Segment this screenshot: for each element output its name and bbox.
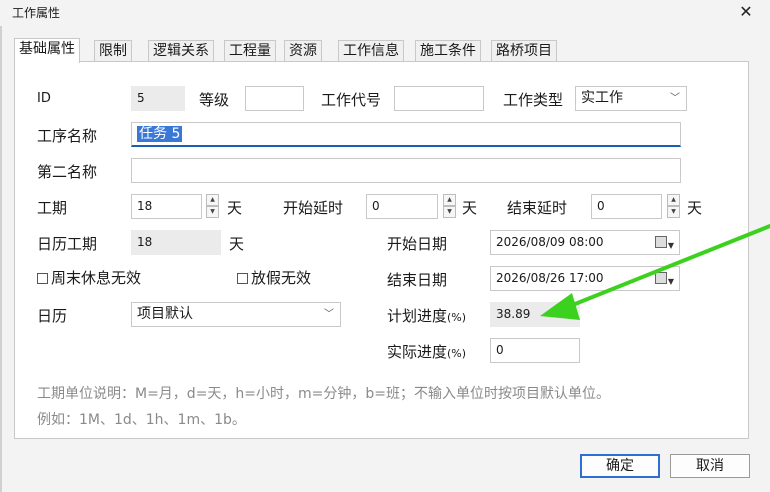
tab-basic-properties[interactable]: 基础属性	[14, 38, 80, 63]
calendar-icon[interactable]: ▼	[655, 272, 674, 286]
end-delay-spinner[interactable]: ▲ ▼	[667, 194, 680, 219]
window-title: 工作属性	[12, 6, 61, 20]
second-name-field[interactable]	[131, 158, 681, 183]
calendar-duration-unit: 天	[229, 235, 245, 253]
spin-up-icon[interactable]: ▲	[667, 194, 680, 206]
start-date-value: 2026/08/09 08:00	[496, 235, 604, 249]
calendar-duration-label: 日历工期	[37, 235, 98, 253]
plan-progress-field: 38.89	[490, 302, 580, 327]
duration-spinner[interactable]: ▲ ▼	[206, 194, 219, 219]
actual-progress-unit: (%)	[447, 347, 467, 360]
checkbox-icon[interactable]	[37, 273, 48, 284]
actual-progress-label-text: 实际进度	[387, 343, 448, 361]
actual-progress-field[interactable]: 0	[490, 338, 580, 363]
close-icon[interactable]: ✕	[736, 2, 756, 22]
tab-logic-relations[interactable]: 逻辑关系	[148, 40, 214, 62]
name-field-selected-text: 任务 5	[137, 126, 183, 142]
cancel-button[interactable]: 取消	[670, 454, 750, 478]
tab-construction-conditions[interactable]: 施工条件	[415, 40, 481, 62]
plan-progress-label-text: 计划进度	[387, 307, 448, 325]
code-label: 工作代号	[321, 91, 382, 109]
calendar-select-value: 项目默认	[137, 306, 193, 322]
start-delay-label: 开始延时	[283, 199, 344, 217]
background-window-edge	[0, 26, 2, 492]
chevron-down-icon: ﹀	[670, 93, 680, 104]
start-delay-field[interactable]: 0	[366, 194, 438, 219]
start-delay-unit: 天	[462, 199, 478, 217]
type-select-value: 实工作	[581, 90, 623, 106]
end-delay-label: 结束延时	[507, 199, 568, 217]
name-field[interactable]: 任务 5	[131, 122, 681, 147]
duration-example-hint: 例如：1M、1d、1h、1m、1b。	[37, 412, 246, 428]
start-date-label: 开始日期	[387, 235, 448, 253]
plan-progress-label: 计划进度(%)	[387, 305, 466, 326]
holiday-checkbox[interactable]: 放假无效	[237, 267, 311, 288]
tab-road-bridge-items[interactable]: 路桥项目	[491, 40, 557, 62]
duration-field[interactable]: 18	[131, 194, 202, 219]
start-date-picker[interactable]: 2026/08/09 08:00 ▼	[490, 230, 680, 255]
calendar-icon[interactable]: ▼	[655, 236, 674, 250]
plan-progress-unit: (%)	[447, 311, 467, 324]
type-select[interactable]: 实工作 ﹀	[575, 86, 687, 111]
code-field[interactable]	[394, 86, 484, 111]
chevron-down-icon: ﹀	[324, 309, 334, 320]
spin-up-icon[interactable]: ▲	[206, 194, 219, 206]
calendar-duration-field: 18	[131, 230, 221, 255]
id-field: 5	[131, 86, 185, 111]
end-date-value: 2026/08/26 17:00	[496, 271, 604, 285]
start-delay-spinner[interactable]: ▲ ▼	[443, 194, 456, 219]
calendar-label: 日历	[37, 307, 68, 325]
duration-label: 工期	[37, 199, 68, 217]
duration-unit-hint: 工期单位说明：M=月，d=天，h=小时，m=分钟，b=班；不输入单位时按项目默认…	[37, 386, 611, 402]
actual-progress-label: 实际进度(%)	[387, 341, 466, 362]
tab-work-info[interactable]: 工作信息	[338, 40, 404, 62]
title-bar: 工作属性 ✕	[0, 0, 770, 26]
weekend-checkbox-label: 周末休息无效	[51, 269, 142, 287]
type-label: 工作类型	[503, 91, 564, 109]
weekend-checkbox[interactable]: 周末休息无效	[37, 267, 141, 288]
chevron-down-icon: ▼	[667, 241, 674, 250]
level-field[interactable]	[245, 86, 304, 111]
spin-down-icon[interactable]: ▼	[443, 206, 456, 218]
chevron-down-icon: ▼	[667, 277, 674, 286]
tab-quantities[interactable]: 工程量	[224, 40, 276, 62]
end-delay-field[interactable]: 0	[591, 194, 662, 219]
end-date-label: 结束日期	[387, 271, 448, 289]
id-label: ID	[37, 91, 51, 106]
tab-limits[interactable]: 限制	[94, 40, 132, 62]
name-label: 工序名称	[37, 127, 98, 145]
second-name-label: 第二名称	[37, 163, 98, 181]
spin-up-icon[interactable]: ▲	[443, 194, 456, 206]
calendar-select[interactable]: 项目默认 ﹀	[131, 302, 341, 327]
holiday-checkbox-label: 放假无效	[251, 269, 312, 287]
end-delay-unit: 天	[687, 199, 703, 217]
end-date-picker[interactable]: 2026/08/26 17:00 ▼	[490, 266, 680, 291]
spin-down-icon[interactable]: ▼	[206, 206, 219, 218]
tab-resources[interactable]: 资源	[284, 40, 322, 62]
level-label: 等级	[199, 91, 230, 109]
checkbox-icon[interactable]	[237, 273, 248, 284]
ok-button[interactable]: 确定	[580, 454, 660, 478]
spin-down-icon[interactable]: ▼	[667, 206, 680, 218]
duration-unit: 天	[227, 199, 243, 217]
